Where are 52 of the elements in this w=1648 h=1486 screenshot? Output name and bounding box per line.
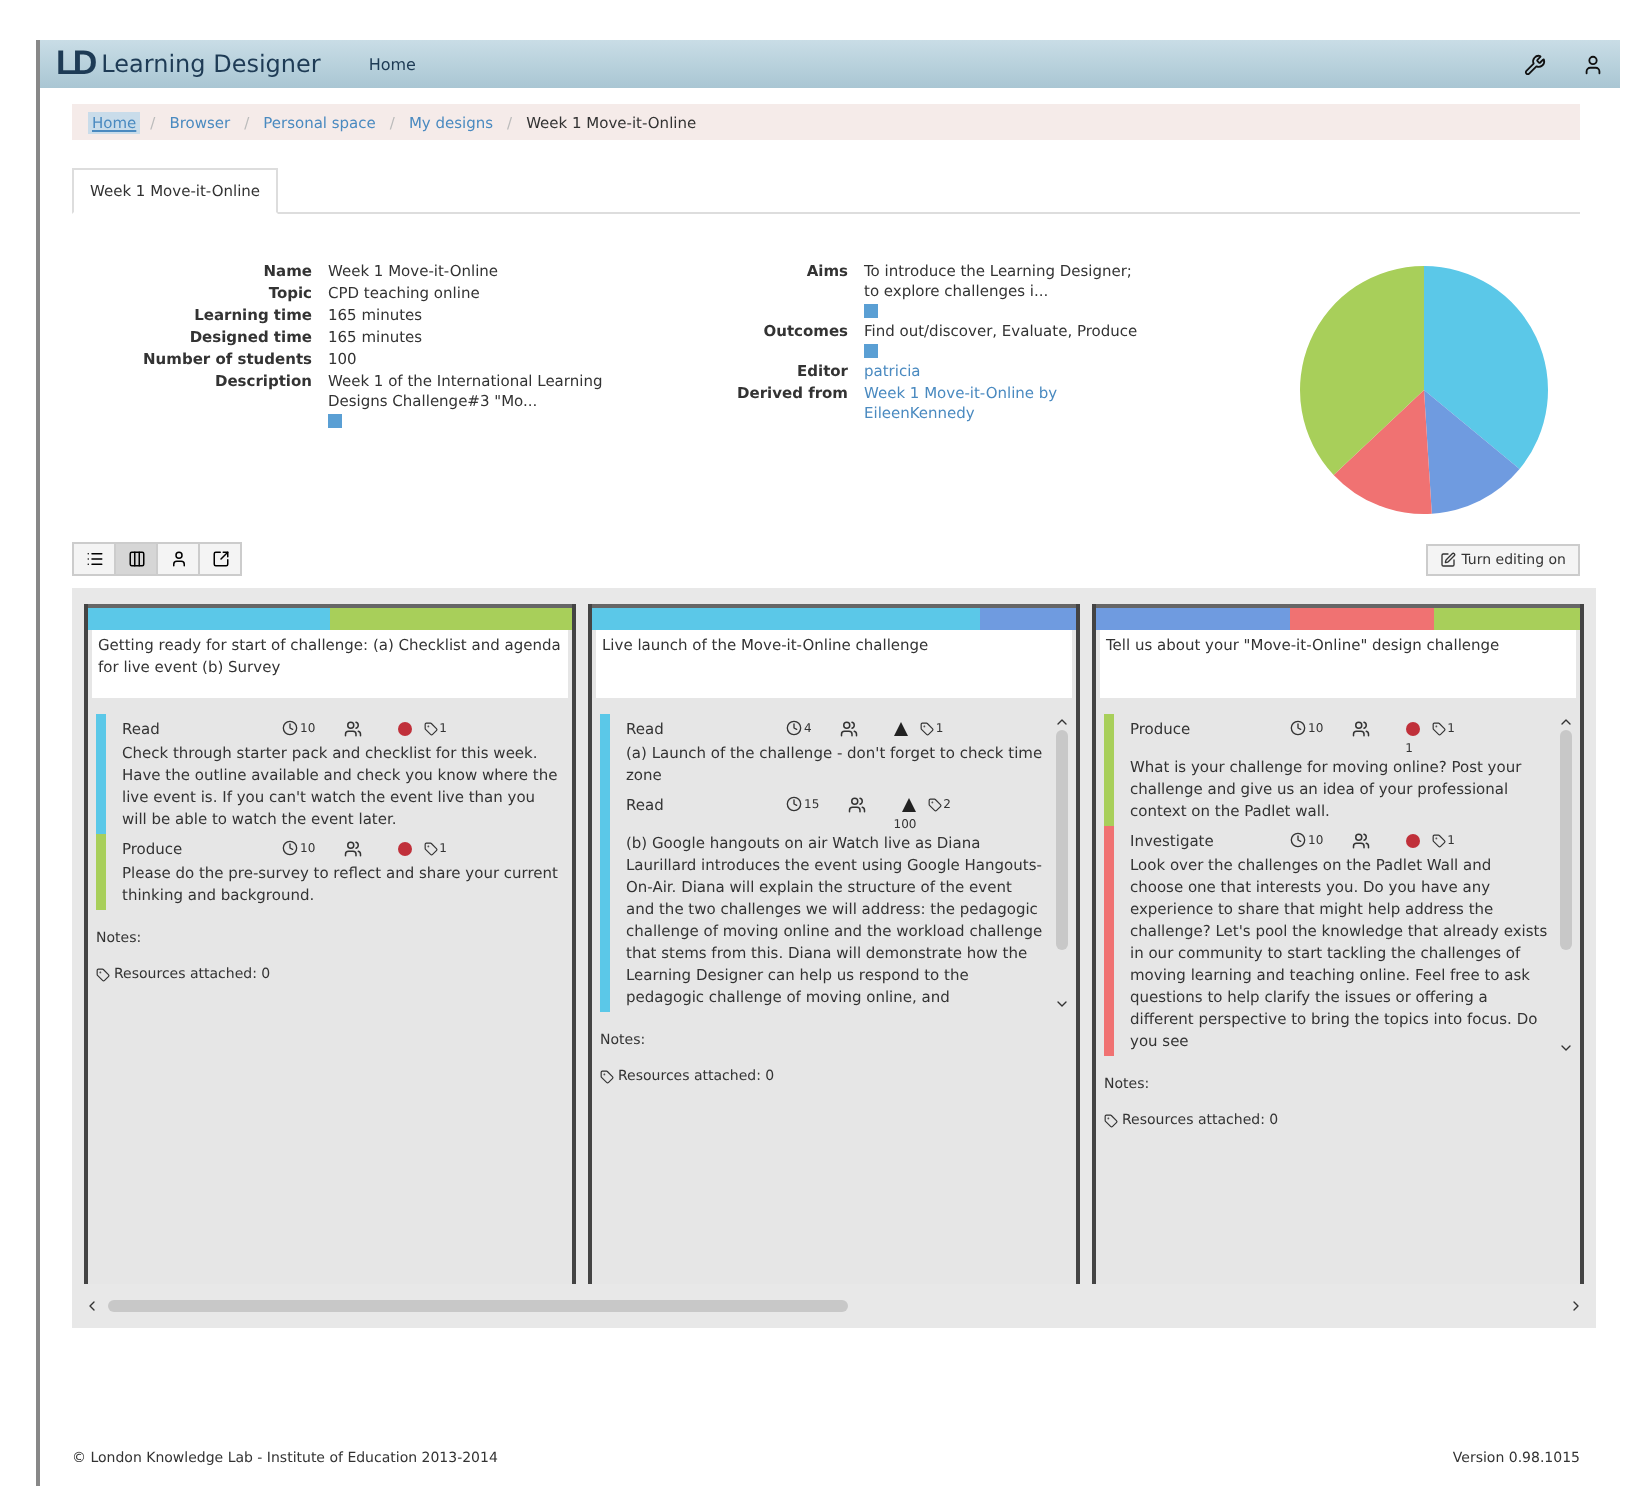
scrollbar-thumb[interactable] [1056, 730, 1068, 950]
brand-name: Learning Designer [101, 50, 321, 78]
vertical-scrollbar[interactable] [1556, 714, 1576, 1056]
clock-icon [282, 840, 298, 856]
group-icon [343, 719, 362, 737]
dot-icon [397, 721, 412, 735]
user-icon[interactable] [1582, 53, 1604, 75]
clock-icon [786, 796, 802, 812]
clock-icon [1290, 720, 1306, 736]
group-icon [343, 839, 362, 857]
clock-icon [786, 720, 802, 736]
tag-icon [1431, 833, 1446, 847]
logo: LD [56, 44, 94, 84]
clock-icon [282, 720, 298, 736]
scroll-left-icon[interactable] [84, 1298, 100, 1314]
triangle-icon [893, 721, 908, 735]
view-button[interactable] [198, 542, 242, 576]
view-button[interactable] [114, 542, 158, 576]
tag-icon [919, 721, 934, 735]
scroll-up-icon[interactable] [1054, 714, 1070, 730]
columns-icon [127, 550, 145, 568]
scroll-up-icon[interactable] [1558, 714, 1574, 730]
scroll-down-icon[interactable] [1054, 996, 1070, 1012]
dot-icon [397, 841, 412, 855]
tag-icon [1431, 721, 1446, 735]
tag-icon [927, 797, 942, 811]
vertical-scrollbar[interactable] [1052, 714, 1072, 1012]
wrench-icon[interactable] [1524, 53, 1546, 75]
tag-icon [96, 967, 110, 981]
group-icon [1351, 831, 1370, 849]
scroll-right-icon[interactable] [1568, 1298, 1584, 1314]
group-icon [1351, 719, 1370, 737]
scroll-down-icon[interactable] [1558, 1040, 1574, 1056]
tag-icon [600, 1069, 614, 1083]
view-button[interactable] [72, 542, 116, 576]
group-icon [847, 795, 866, 813]
dot-icon [1405, 833, 1420, 847]
group-icon [839, 719, 858, 737]
tag-icon [1104, 1113, 1118, 1127]
scrollbar-thumb[interactable] [108, 1300, 848, 1312]
list-icon [85, 550, 103, 568]
triangle-icon [901, 797, 916, 811]
nav-link[interactable]: Home [356, 49, 428, 79]
tag-icon [423, 841, 438, 855]
export-icon [211, 550, 229, 568]
edit-icon [1439, 551, 1456, 567]
scrollbar-thumb[interactable] [1560, 730, 1572, 950]
person-icon [169, 550, 187, 568]
tag-icon [423, 721, 438, 735]
clock-icon [1290, 832, 1306, 848]
dot-icon [1405, 721, 1420, 735]
view-button[interactable] [156, 542, 200, 576]
